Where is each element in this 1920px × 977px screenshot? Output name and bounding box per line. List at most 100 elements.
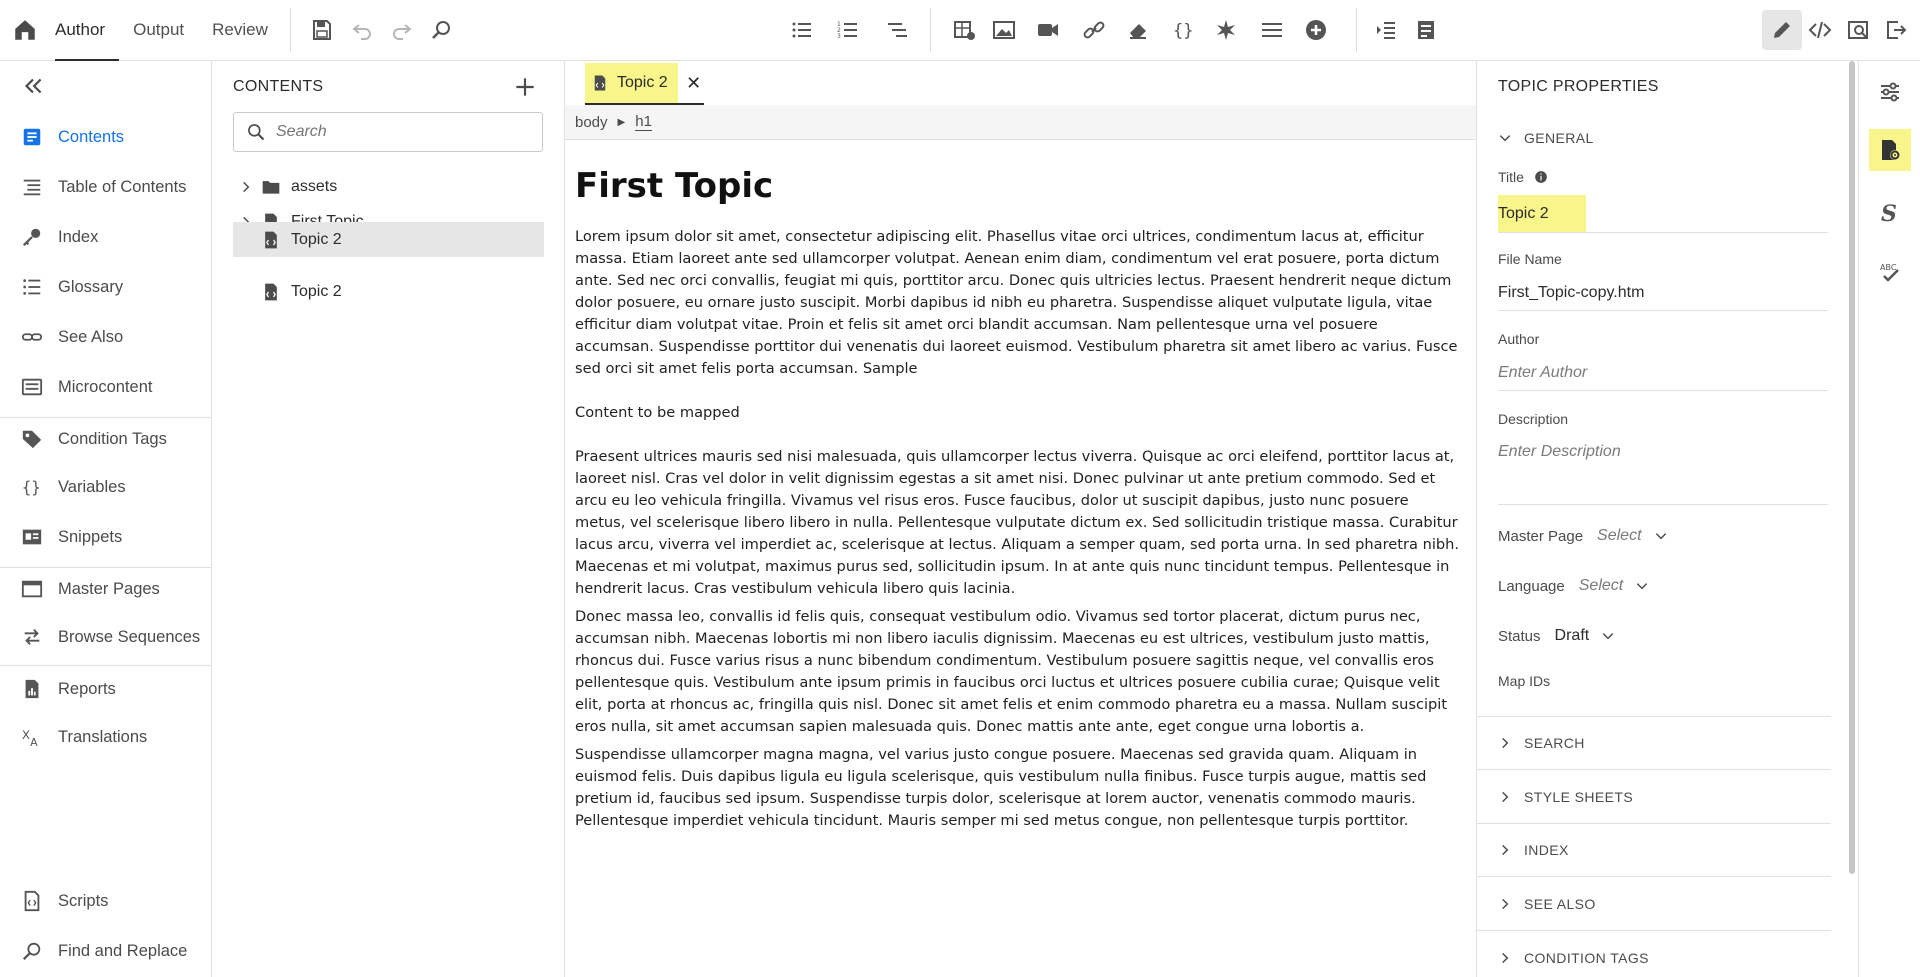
paragraph[interactable]: Suspendisse ullamcorper magna magna, vel… [575,744,1460,832]
section-search[interactable]: SEARCH [1498,728,1818,758]
nav-label: Condition Tags [58,429,167,448]
title-field[interactable]: Topic 2 [1498,195,1828,233]
description-field[interactable]: Enter Description [1498,435,1828,505]
nav-see-also[interactable]: See Also [0,317,211,357]
close-icon[interactable]: ✕ [684,73,704,93]
add-icon[interactable] [512,74,538,100]
document-tab[interactable]: Topic 2 ✕ [585,63,704,105]
numbered-list-icon[interactable]: 123 [832,14,864,46]
multilevel-list-icon[interactable] [882,14,914,46]
collapse-panel-icon[interactable] [20,73,46,99]
save-icon[interactable] [306,14,338,46]
chevron-right-icon[interactable] [239,180,253,194]
info-icon[interactable] [1534,170,1548,184]
toc-icon [20,175,44,199]
redo-icon[interactable] [386,14,418,46]
exit-icon[interactable] [1880,14,1912,46]
browse-sequence-icon [20,625,44,649]
nav-index[interactable]: Index [0,217,211,257]
spell-check-icon[interactable]: ABC [1869,251,1911,293]
scrollbar-thumb[interactable] [1849,61,1855,874]
tab-output[interactable]: Output [133,0,198,61]
template-icon[interactable] [1410,14,1442,46]
horizontal-rule-icon[interactable] [1256,14,1288,46]
language-select[interactable]: Language Select [1498,577,1649,595]
tree-item-label: assets [291,177,338,195]
tab-author[interactable]: Author [55,0,120,61]
nav-find-and-replace[interactable]: Find and Replace [0,931,211,971]
insert-link-icon[interactable] [1078,14,1110,46]
nav-variables[interactable]: {} Variables [0,467,211,507]
file-name-field[interactable]: First_Topic-copy.htm [1498,275,1828,311]
left-navigation: Contents Table of Contents Index Glossar… [0,61,212,977]
undo-icon[interactable] [346,14,378,46]
field-label: Status [1498,627,1541,645]
section-style-sheets[interactable]: STYLE SHEETS [1498,782,1818,812]
chevron-down-icon [1655,533,1666,540]
tree-item-topic-2-selected[interactable]: Topic 2 [233,222,544,257]
section-label: SEARCH [1524,735,1585,751]
paragraph[interactable]: Donec massa leo, convallis id felis quis… [575,606,1460,738]
section-index[interactable]: INDEX [1498,835,1818,865]
eraser-icon[interactable] [1122,14,1154,46]
find-icon[interactable] [426,14,458,46]
nav-scripts[interactable]: Scripts [0,881,211,921]
svg-text:{}: {} [22,479,41,497]
tree-item-topic-2[interactable]: Topic 2 [233,274,544,309]
breadcrumb: body ▶ h1 [565,105,1476,140]
nav-snippets[interactable]: Snippets [0,517,211,557]
preview-icon[interactable] [1842,14,1874,46]
section-divider [1477,876,1831,877]
nav-condition-tags[interactable]: Condition Tags [0,419,211,459]
nav-divider [0,417,211,418]
breadcrumb-item[interactable]: body [575,114,608,131]
paragraph[interactable]: Lorem ipsum dolor sit amet, consectetur … [575,226,1460,380]
nav-glossary[interactable]: Glossary [0,267,211,307]
topic-heading[interactable]: First Topic [575,166,1460,206]
panel-title: CONTENTS [233,78,324,95]
nav-browse-sequences[interactable]: Browse Sequences [0,617,211,657]
breadcrumb-item[interactable]: h1 [635,113,652,131]
paragraph[interactable]: Content to be mapped [575,402,1460,424]
field-label: Title [1498,169,1524,185]
nav-table-of-contents[interactable]: Table of Contents [0,167,211,207]
insert-plus-icon[interactable] [1300,14,1332,46]
chevron-right-icon [1502,791,1509,803]
section-label: CONDITION TAGS [1524,950,1649,966]
topic-properties-icon[interactable] [1869,129,1911,171]
nav-contents[interactable]: Contents [0,117,211,157]
document-body[interactable]: First Topic Lorem ipsum dolor sit amet, … [575,166,1460,838]
code-view-icon[interactable] [1804,14,1836,46]
paragraph[interactable]: Praesent ultrices mauris sed nisi malesu… [575,446,1460,600]
nav-microcontent[interactable]: Microcontent [0,367,211,407]
edit-pencil-icon[interactable] [1762,10,1802,50]
search-input[interactable] [276,123,526,141]
bullet-list-icon[interactable] [786,14,818,46]
home-icon[interactable] [12,17,38,43]
section-condition-tags[interactable]: CONDITION TAGS [1498,943,1818,973]
section-see-also[interactable]: SEE ALSO [1498,889,1818,919]
map-ids-label: Map IDs [1498,673,1551,689]
symbol-icon[interactable] [1210,14,1242,46]
nav-label: Index [58,227,99,246]
styles-icon[interactable]: S [1869,191,1911,233]
author-field[interactable]: Enter Author [1498,355,1828,391]
insert-video-icon[interactable] [1032,14,1064,46]
properties-scrollbar[interactable] [1846,61,1858,977]
nav-reports[interactable]: Reports [0,669,211,709]
master-page-select[interactable]: Master Page Select [1498,527,1668,545]
insert-table-icon[interactable] [948,14,980,46]
svg-text:X: X [22,728,30,742]
status-select[interactable]: Status Draft [1498,627,1615,645]
section-general[interactable]: GENERAL [1498,123,1818,153]
tree-item-assets[interactable]: assets [233,169,544,204]
tab-review[interactable]: Review [212,0,282,61]
indent-icon[interactable] [1370,14,1402,46]
insert-image-icon[interactable] [988,14,1020,46]
document-tab-label: Topic 2 [617,74,668,91]
settings-sliders-icon[interactable] [1869,71,1911,113]
nav-label: Find and Replace [58,941,188,960]
nav-master-pages[interactable]: Master Pages [0,569,211,609]
nav-translations[interactable]: XA Translations [0,717,211,757]
variable-braces-icon[interactable]: {} [1166,14,1198,46]
